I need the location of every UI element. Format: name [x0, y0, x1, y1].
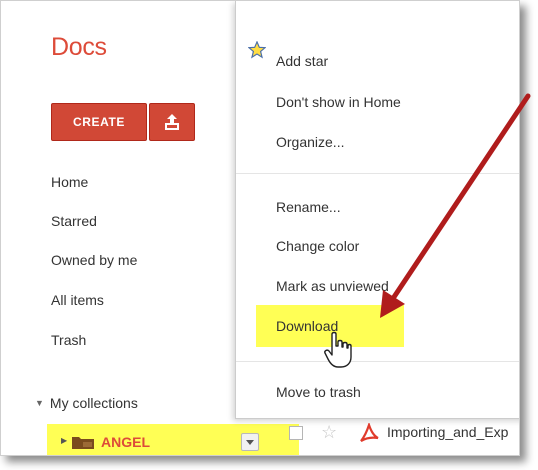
file-row[interactable]: ☆ Importing_and_Exp: [235, 419, 519, 455]
menu-item-mark-as-unviewed[interactable]: Mark as unviewed: [276, 278, 389, 294]
file-name[interactable]: Importing_and_Exp: [387, 424, 508, 440]
file-checkbox[interactable]: [289, 426, 303, 440]
sidebar-item-all-items[interactable]: All items: [51, 292, 104, 308]
menu-item-add-star[interactable]: Add star: [276, 53, 328, 69]
folder-icon: [72, 437, 94, 449]
upload-button[interactable]: [149, 103, 195, 141]
docs-logo: Docs: [51, 33, 107, 61]
sidebar-item-owned-by-me[interactable]: Owned by me: [51, 252, 137, 268]
menu-divider: [236, 173, 519, 174]
sidebar-item-starred[interactable]: Starred: [51, 213, 97, 229]
sidebar-item-home[interactable]: Home: [51, 174, 88, 190]
triangle-right-icon: ▶: [61, 436, 68, 445]
triangle-down-icon: ▼: [35, 398, 44, 408]
menu-divider: [236, 361, 519, 362]
collection-label: ANGEL: [101, 434, 150, 450]
star-icon: [248, 41, 266, 59]
menu-item-change-color[interactable]: Change color: [276, 238, 359, 254]
pdf-icon: [360, 423, 379, 442]
my-collections-label: My collections: [49, 395, 138, 411]
menu-item-dont-show-in-home[interactable]: Don't show in Home: [276, 94, 401, 110]
menu-item-download[interactable]: Download: [276, 318, 338, 334]
file-star-icon[interactable]: ☆: [321, 422, 337, 443]
menu-item-move-to-trash[interactable]: Move to trash: [276, 384, 361, 400]
upload-icon: [165, 114, 179, 130]
sidebar-item-trash[interactable]: Trash: [51, 332, 86, 348]
menu-item-rename[interactable]: Rename...: [276, 199, 341, 215]
menu-item-organize[interactable]: Organize...: [276, 134, 344, 150]
my-collections-toggle[interactable]: ▼ My collections: [35, 395, 138, 411]
create-button[interactable]: CREATE: [51, 103, 147, 141]
context-menu: Add star Don't show in Home Organize... …: [235, 1, 519, 419]
screenshot-frame: Docs CREATE Home Starred Owned by me All…: [0, 0, 520, 456]
